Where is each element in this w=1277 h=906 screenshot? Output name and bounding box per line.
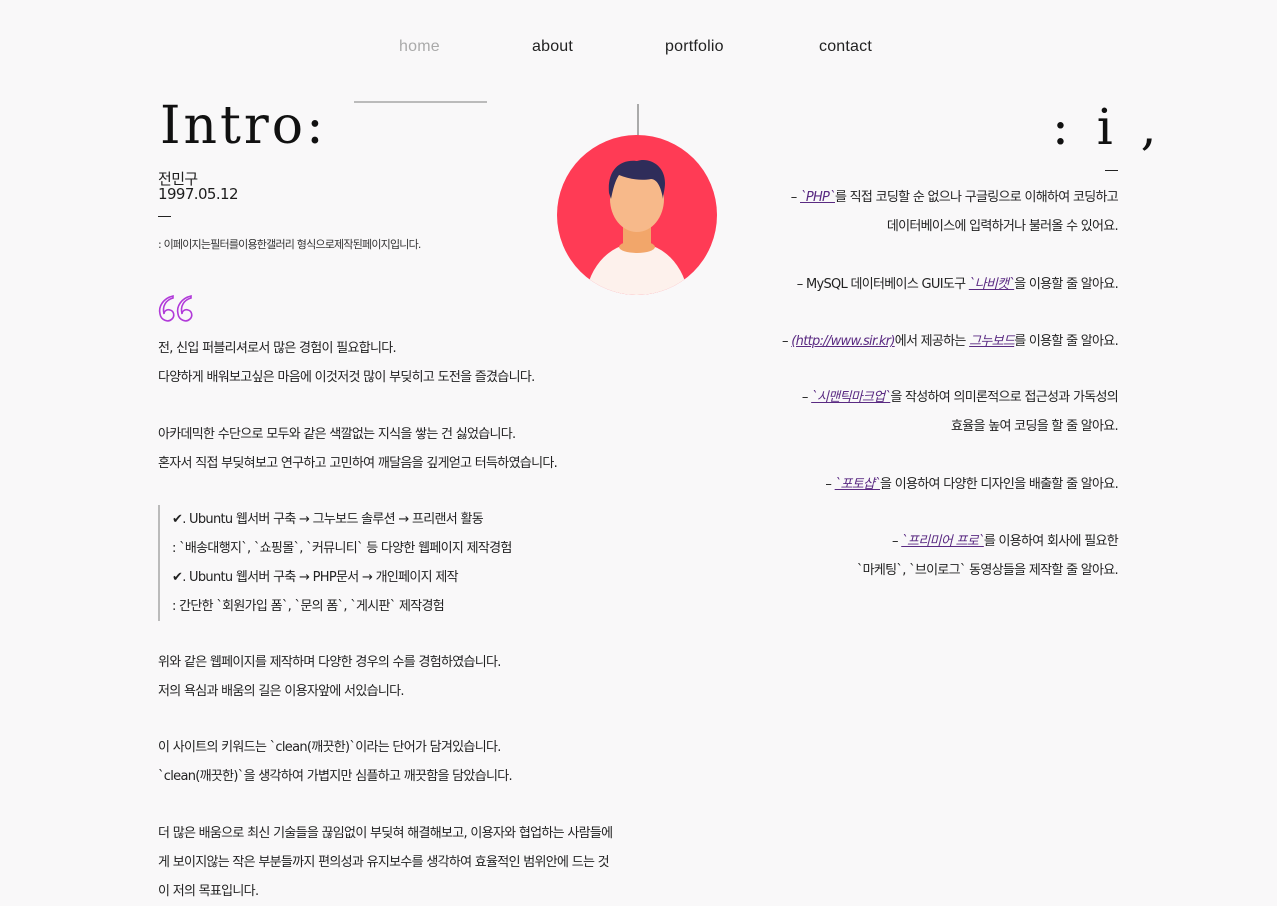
intro-paragraph-5: 더 많은 배움으로 최신 기술들을 끊임없이 부딪혀 해결해보고, 이용자와 협… <box>158 819 613 906</box>
text-line: 이 저의 목표입니다. <box>158 884 259 899</box>
text-line: 위와 같은 웹페이지를 제작하며 다양한 경우의 수를 경험하였습니다. <box>158 655 501 670</box>
nav-contact[interactable]: contact <box>819 38 872 56</box>
skill-photoshop: – `포토샵`을 이용하여 다양한 디자인을 배출할 줄 알아요. <box>660 470 1118 499</box>
skill-gnuboard: – (http://www.sir.kr)에서 제공하는 그누보드를 이용할 줄… <box>660 327 1119 356</box>
text-line: 혼자서 직접 부딪혀보고 연구하고 고민하여 깨달음을 깊게얻고 터득하였습니다… <box>158 456 558 471</box>
php-link[interactable]: `PHP` <box>800 190 836 205</box>
text-line: 다양하게 배워보고싶은 마음에 이것저것 많이 부딪히고 도전을 즐겼습니다. <box>158 370 535 385</box>
text-line: 저의 욕심과 배움의 길은 이용자앞에 서있습니다. <box>158 684 404 699</box>
text-line: 를 직접 코딩할 순 없으나 구글링으로 이해하여 코딩하고 <box>834 190 1119 205</box>
left-dash-divider <box>158 216 171 217</box>
text-line: – <box>801 390 812 405</box>
skill-premiere: – `프리미어 프로`를 이용하여 회사에 필요한 `마케팅`, `브이로그` … <box>660 527 1119 585</box>
text-line: 효율을 높여 코딩을 할 줄 알아요. <box>951 419 1119 434</box>
intro-title: Intro: <box>160 96 327 156</box>
text-line: `마케팅`, `브이로그` 동영상들을 제작할 줄 알아요. <box>856 563 1119 578</box>
skill-php: – `PHP`를 직접 코딩할 순 없으나 구글링으로 이해하여 코딩하고 데이… <box>660 183 1119 241</box>
text-line: 게 보이지않는 작은 부분들까지 편의성과 유지보수를 생각하여 효율적인 범위… <box>158 855 610 870</box>
page-description: : 이페이지는필터를이용한갤러리 형식으로제작된페이지입니다. <box>158 238 421 251</box>
skill-navicat: – MySQL 데이터베이스 GUI도구 `나비캣`을 이용할 줄 알아요. <box>660 270 1119 299</box>
intro-paragraph-3: 위와 같은 웹페이지를 제작하며 다양한 경우의 수를 경험하였습니다. 저의 … <box>158 648 501 706</box>
list-item: : 간단한 `회원가입 폼`, `문의 폼`, `게시판` 제작경험 <box>172 599 445 614</box>
text-line: 이 사이트의 키워드는 `clean(깨끗한)`이라는 단어가 담겨있습니다. <box>158 740 501 755</box>
text-line: 전, 신입 퍼블리셔로서 많은 경험이 필요합니다. <box>158 341 397 356</box>
experience-list: ✔. Ubuntu 웹서버 구축 → 그누보드 솔루션 → 프리랜서 활동 : … <box>158 505 512 621</box>
text-line: – <box>782 334 792 349</box>
text-line: 을 이용하여 다양한 디자인을 배출할 줄 알아요. <box>880 477 1119 492</box>
text-line: 을 이용할 줄 알아요. <box>1014 277 1119 292</box>
nav-home[interactable]: home <box>399 38 440 56</box>
intro-paragraph-1: 전, 신입 퍼블리셔로서 많은 경험이 필요합니다. 다양하게 배워보고싶은 마… <box>158 334 535 392</box>
sir-link[interactable]: (http://www.sir.kr) <box>791 334 895 349</box>
list-item: ✔. Ubuntu 웹서버 구축 → 그누보드 솔루션 → 프리랜서 활동 <box>172 512 484 527</box>
intro-paragraph-2: 아카데믹한 수단으로 모두와 같은 색깔없는 지식을 쌓는 건 싫었습니다. 혼… <box>158 420 558 478</box>
quote-icon <box>156 292 196 330</box>
text-line: – <box>790 190 801 205</box>
text-line: 더 많은 배움으로 최신 기술들을 끊임없이 부딪혀 해결해보고, 이용자와 협… <box>158 826 613 841</box>
semantic-link[interactable]: `시맨틱마크업` <box>811 390 891 405</box>
nav-portfolio[interactable]: portfolio <box>665 38 724 56</box>
text-line: – <box>825 477 835 492</box>
text-line: – MySQL 데이터베이스 GUI도구 <box>796 277 969 292</box>
nav-about[interactable]: about <box>532 38 573 56</box>
text-line: 데이터베이스에 입력하거나 불러올 수 있어요. <box>886 219 1119 234</box>
navicat-link[interactable]: `나비캣` <box>969 277 1015 292</box>
text-line: `clean(깨끗한)`을 생각하여 가볍지만 심플하고 깨끗함을 담았습니다. <box>158 769 513 784</box>
right-dash-divider <box>1105 170 1118 171</box>
list-item: ✔. Ubuntu 웹서버 구축 → PHP문서 → 개인페이지 제작 <box>172 570 459 585</box>
intro-paragraph-4: 이 사이트의 키워드는 `clean(깨끗한)`이라는 단어가 담겨있습니다. … <box>158 733 513 791</box>
avatar-hanging-line <box>637 104 639 136</box>
text-line: 를 이용할 줄 알아요. <box>1014 334 1119 349</box>
gnuboard-link[interactable]: 그누보드 <box>969 334 1015 349</box>
photoshop-link[interactable]: `포토샵` <box>835 477 881 492</box>
premiere-link[interactable]: `프리미어 프로` <box>901 534 984 549</box>
right-title: : i , <box>1052 98 1163 156</box>
list-item: : `배송대행지`, `쇼핑몰`, `커뮤니티` 등 다양한 웹페이지 제작경험 <box>172 541 512 556</box>
text-line: 에서 제공하는 <box>894 334 970 349</box>
skill-semantic-markup: – `시맨틱마크업`을 작성하여 의미론적으로 접근성과 가독성의 효율을 높여… <box>660 383 1119 441</box>
top-nav: home about portfolio contact <box>0 38 1277 62</box>
text-line: 아카데믹한 수단으로 모두와 같은 색깔없는 지식을 쌓는 건 싫었습니다. <box>158 427 516 442</box>
text-line: – <box>892 534 902 549</box>
nav-active-underline <box>354 101 487 103</box>
text-line: 를 이용하여 회사에 필요한 <box>983 534 1119 549</box>
text-line: 을 작성하여 의미론적으로 접근성과 가독성의 <box>890 390 1118 405</box>
profile-dob: 1997.05.12 <box>158 185 238 203</box>
